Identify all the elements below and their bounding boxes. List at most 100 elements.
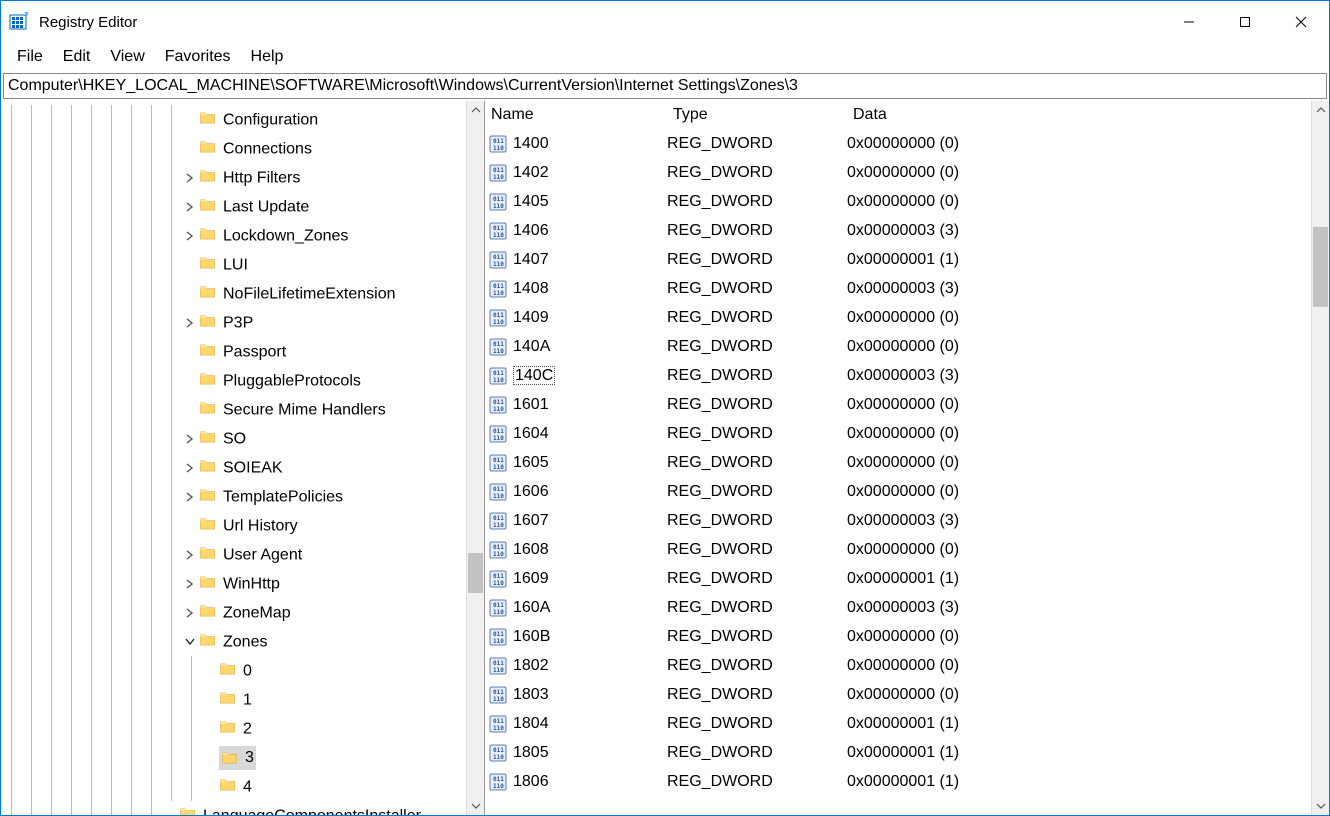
tree-item[interactable]: Http Filters — [1, 163, 466, 192]
chevron-right-icon[interactable] — [181, 202, 199, 212]
column-data[interactable]: Data — [847, 106, 1311, 124]
tree-item[interactable]: 2 — [1, 714, 466, 743]
folder-icon — [199, 602, 217, 618]
value-row[interactable]: 1601REG_DWORD0x00000000 (0) — [485, 390, 1311, 419]
tree-item[interactable]: Connections — [1, 134, 466, 163]
tree-item[interactable]: NoFileLifetimeExtension — [1, 279, 466, 308]
tree-item[interactable]: Secure Mime Handlers — [1, 395, 466, 424]
column-name[interactable]: Name — [485, 106, 667, 124]
folder-icon — [199, 631, 217, 647]
menu-file[interactable]: File — [7, 45, 53, 69]
tree-item[interactable]: ZoneMap — [1, 598, 466, 627]
tree-item[interactable]: Url History — [1, 511, 466, 540]
chevron-right-icon[interactable] — [181, 434, 199, 444]
column-type[interactable]: Type — [667, 106, 847, 124]
tree-item-label: User Agent — [223, 547, 302, 564]
value-data: 0x00000000 (0) — [847, 193, 1311, 211]
tree-item[interactable]: SO — [1, 424, 466, 453]
close-button[interactable] — [1273, 1, 1329, 43]
value-data: 0x00000000 (0) — [847, 541, 1311, 559]
scroll-track[interactable] — [1312, 119, 1329, 797]
value-row[interactable]: 1604REG_DWORD0x00000000 (0) — [485, 419, 1311, 448]
value-row[interactable]: 1806REG_DWORD0x00000001 (1) — [485, 767, 1311, 796]
folder-icon — [199, 341, 217, 357]
binary-value-icon — [489, 773, 509, 791]
tree-item[interactable]: LUI — [1, 250, 466, 279]
value-row[interactable]: 1405REG_DWORD0x00000000 (0) — [485, 187, 1311, 216]
value-row[interactable]: 1406REG_DWORD0x00000003 (3) — [485, 216, 1311, 245]
chevron-down-icon[interactable] — [181, 637, 199, 647]
value-row[interactable]: 1607REG_DWORD0x00000003 (3) — [485, 506, 1311, 535]
tree-item[interactable]: Zones — [1, 627, 466, 656]
value-row[interactable]: 1409REG_DWORD0x00000000 (0) — [485, 303, 1311, 332]
address-bar[interactable]: Computer\HKEY_LOCAL_MACHINE\SOFTWARE\Mic… — [3, 73, 1327, 99]
scroll-down-icon[interactable] — [1312, 797, 1329, 815]
tree-item[interactable]: TemplatePolicies — [1, 482, 466, 511]
tree-item[interactable]: Configuration — [1, 105, 466, 134]
tree-item[interactable]: SOIEAK — [1, 453, 466, 482]
scroll-up-icon[interactable] — [1312, 101, 1329, 119]
scroll-down-icon[interactable] — [467, 797, 484, 815]
tree-item[interactable]: 1 — [1, 685, 466, 714]
value-row[interactable]: 1803REG_DWORD0x00000000 (0) — [485, 680, 1311, 709]
tree-item[interactable]: Last Update — [1, 192, 466, 221]
tree-item-label: TemplatePolicies — [223, 489, 343, 506]
tree-item[interactable]: 3 — [1, 743, 466, 772]
value-row[interactable]: 1400REG_DWORD0x00000000 (0) — [485, 129, 1311, 158]
chevron-right-icon[interactable] — [181, 608, 199, 618]
tree-item[interactable]: LanguageComponentsInstaller — [1, 801, 466, 815]
maximize-button[interactable] — [1217, 1, 1273, 43]
minimize-button[interactable] — [1161, 1, 1217, 43]
value-row[interactable]: 140CREG_DWORD0x00000003 (3) — [485, 361, 1311, 390]
value-row[interactable]: 1402REG_DWORD0x00000000 (0) — [485, 158, 1311, 187]
value-row[interactable]: 160AREG_DWORD0x00000003 (3) — [485, 593, 1311, 622]
value-row[interactable]: 1802REG_DWORD0x00000000 (0) — [485, 651, 1311, 680]
chevron-right-icon[interactable] — [181, 173, 199, 183]
tree-item[interactable]: 0 — [1, 656, 466, 685]
tree-item[interactable]: User Agent — [1, 540, 466, 569]
value-row[interactable]: 1408REG_DWORD0x00000003 (3) — [485, 274, 1311, 303]
value-row[interactable]: 160BREG_DWORD0x00000000 (0) — [485, 622, 1311, 651]
registry-tree[interactable]: ConfigurationConnectionsHttp FiltersLast… — [1, 101, 466, 815]
list-scrollbar[interactable] — [1311, 101, 1329, 815]
tree-item[interactable]: PluggableProtocols — [1, 366, 466, 395]
scroll-up-icon[interactable] — [467, 101, 484, 119]
values-list[interactable]: 1400REG_DWORD0x00000000 (0)1402REG_DWORD… — [485, 129, 1311, 796]
value-data: 0x00000003 (3) — [847, 599, 1311, 617]
scroll-track[interactable] — [467, 119, 484, 797]
value-row[interactable]: 1609REG_DWORD0x00000001 (1) — [485, 564, 1311, 593]
list-pane: Name Type Data 1400REG_DWORD0x00000000 (… — [485, 101, 1329, 815]
chevron-right-icon[interactable] — [181, 579, 199, 589]
scroll-thumb[interactable] — [468, 553, 483, 593]
menu-favorites[interactable]: Favorites — [155, 45, 241, 69]
titlebar[interactable]: Registry Editor — [1, 1, 1329, 43]
value-row[interactable]: 1805REG_DWORD0x00000001 (1) — [485, 738, 1311, 767]
address-path: Computer\HKEY_LOCAL_MACHINE\SOFTWARE\Mic… — [8, 77, 798, 95]
chevron-right-icon[interactable] — [181, 492, 199, 502]
tree-scrollbar[interactable] — [466, 101, 484, 815]
list-header[interactable]: Name Type Data — [485, 101, 1311, 129]
scroll-thumb[interactable] — [1313, 227, 1328, 307]
folder-icon — [219, 718, 237, 734]
value-row[interactable]: 1606REG_DWORD0x00000000 (0) — [485, 477, 1311, 506]
chevron-right-icon[interactable] — [181, 463, 199, 473]
value-row[interactable]: 1804REG_DWORD0x00000001 (1) — [485, 709, 1311, 738]
tree-item[interactable]: Passport — [1, 337, 466, 366]
menu-edit[interactable]: Edit — [53, 45, 101, 69]
tree-item[interactable]: 4 — [1, 772, 466, 801]
value-row[interactable]: 140AREG_DWORD0x00000000 (0) — [485, 332, 1311, 361]
value-row[interactable]: 1605REG_DWORD0x00000000 (0) — [485, 448, 1311, 477]
value-row[interactable]: 1608REG_DWORD0x00000000 (0) — [485, 535, 1311, 564]
value-name: 1804 — [513, 715, 667, 733]
chevron-right-icon[interactable] — [181, 550, 199, 560]
tree-item-label: SOIEAK — [223, 460, 283, 477]
tree-item[interactable]: Lockdown_Zones — [1, 221, 466, 250]
menu-view[interactable]: View — [100, 45, 154, 69]
folder-icon — [199, 515, 217, 531]
chevron-right-icon[interactable] — [181, 231, 199, 241]
menu-help[interactable]: Help — [241, 45, 294, 69]
value-row[interactable]: 1407REG_DWORD0x00000001 (1) — [485, 245, 1311, 274]
tree-item[interactable]: P3P — [1, 308, 466, 337]
tree-item[interactable]: WinHttp — [1, 569, 466, 598]
chevron-right-icon[interactable] — [181, 318, 199, 328]
